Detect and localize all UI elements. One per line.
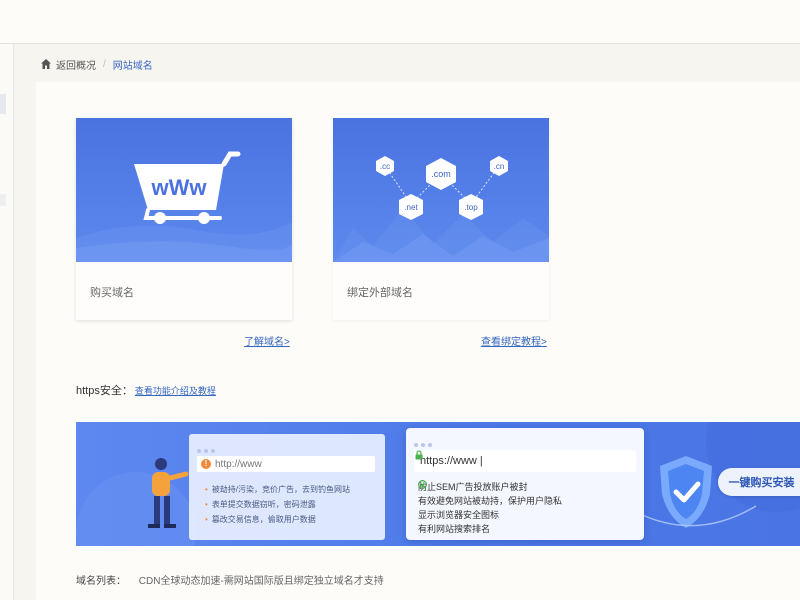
benefit-item: 防止SEM广告投放账户被封 — [418, 480, 528, 492]
buy-domain-label: 购买域名 — [90, 287, 134, 299]
insecure-url-text: http://www — [215, 458, 262, 470]
bind-domain-banner: .cc .com .cn .net .top — [333, 118, 549, 262]
sidebar — [0, 44, 14, 600]
https-tutorial-link[interactable]: 查看功能介绍及教程 — [135, 384, 216, 397]
domain-list-label: 域名列表： — [76, 576, 126, 587]
secure-url-bar: https://www | — [414, 450, 636, 472]
warning-icon: ! — [201, 459, 211, 469]
tld-badge-cc: .cc — [376, 156, 394, 176]
top-bar — [0, 0, 800, 44]
shield-icon — [660, 456, 712, 528]
https-section: https安全： 查看功能介绍及教程 — [76, 382, 216, 398]
svg-text:.cc: .cc — [380, 162, 390, 171]
home-icon[interactable] — [40, 58, 52, 70]
back-to-overview-link[interactable]: 返回概况 — [56, 57, 96, 72]
risk-item: 被劫持/污染，竞价广告，去到钓鱼网站 — [205, 482, 350, 497]
tld-network-illustration: .cc .com .cn .net .top — [333, 156, 549, 262]
https-label: https安全： — [76, 385, 133, 397]
check-icon — [418, 480, 427, 489]
learn-domain-link[interactable]: 了解域名> — [244, 333, 290, 348]
svg-text:.cn: .cn — [494, 162, 505, 171]
secure-browser-window: https://www | 防止SEM广告投放账户被封 有效避免网站被劫持，保护… — [406, 428, 644, 540]
risk-item: 表单提交数据窃听，密码泄露 — [205, 497, 350, 512]
benefit-list: 防止SEM广告投放账户被封 有效避免网站被劫持，保护用户隐私 显示浏览器安全图标… — [418, 480, 562, 536]
risk-item: 篡改交易信息，偷取用户数据 — [205, 512, 350, 527]
benefit-item: 有利网站搜索排名 — [418, 480, 562, 536]
main-panel: wWw 购买域名 .cc .com .cn .net .top 绑定外部域名 了… — [36, 82, 800, 600]
sidebar-item[interactable] — [0, 194, 6, 206]
svg-text:.com: .com — [431, 169, 451, 179]
insecure-browser-window: ! http://www 被劫持/污染，竞价广告，去到钓鱼网站 表单提交数据窃听… — [189, 434, 385, 540]
buy-domain-banner: wWw — [76, 118, 292, 262]
benefit-item: 有效避免网站被劫持，保护用户隐私 — [418, 480, 562, 508]
one-click-buy-button[interactable]: 一键购买安装 › — [718, 468, 800, 496]
cart-illustration: wWw — [76, 151, 292, 262]
bind-domain-label: 绑定外部域名 — [347, 287, 413, 299]
bind-tutorial-link[interactable]: 查看绑定教程> — [481, 333, 547, 348]
buy-button-label: 一键购买安装 — [728, 477, 795, 489]
breadcrumb-separator: / — [103, 58, 106, 70]
risk-list: 被劫持/污染，竞价广告，去到钓鱼网站 表单提交数据窃听，密码泄露 篡改交易信息，… — [205, 482, 350, 527]
domain-list-header: 域名列表： CDN全球动态加速-需网站国际版且绑定独立域名才支持 — [76, 572, 384, 587]
tld-badge-cn: .cn — [490, 156, 508, 176]
svg-text:.net: .net — [404, 203, 418, 212]
www-text: wWw — [151, 175, 208, 200]
tld-badge-com: .com — [426, 158, 456, 190]
secure-url-text: https://www — [420, 455, 477, 467]
lock-icon — [415, 450, 423, 460]
insecure-url-bar: ! http://www — [197, 456, 375, 472]
breadcrumb: 返回概况 / 网站域名 — [40, 56, 153, 72]
ssl-promo-banner[interactable]: ! http://www 被劫持/污染，竞价广告，去到钓鱼网站 表单提交数据窃听… — [76, 422, 800, 546]
svg-text:.top: .top — [464, 203, 478, 212]
text-caret: | — [479, 455, 483, 467]
breadcrumb-current: 网站域名 — [112, 60, 153, 72]
buy-domain-card[interactable]: wWw 购买域名 — [76, 118, 292, 320]
sidebar-active-item[interactable] — [0, 94, 6, 114]
bind-domain-card[interactable]: .cc .com .cn .net .top 绑定外部域名 — [333, 118, 549, 320]
benefit-item: 显示浏览器安全图标 — [418, 480, 562, 522]
domain-list-note: CDN全球动态加速-需网站国际版且绑定独立域名才支持 — [138, 576, 384, 587]
